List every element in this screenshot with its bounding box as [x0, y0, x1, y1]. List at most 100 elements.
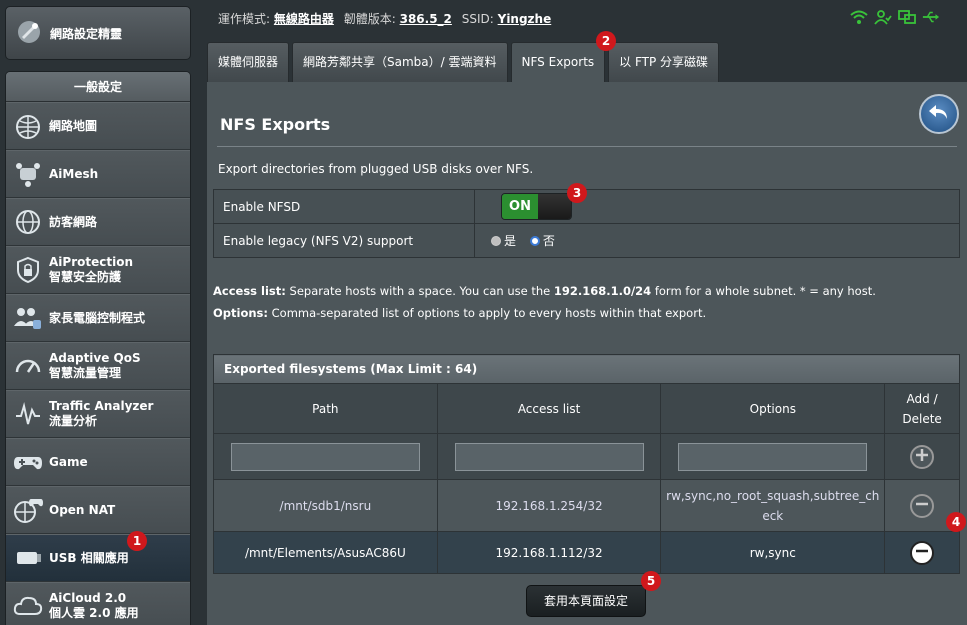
delete-export-button[interactable]	[910, 540, 935, 565]
delete-export-button[interactable]	[910, 493, 935, 518]
table-header-row: Path Access list Options Add / Delete	[213, 383, 960, 434]
legacy-no-radio[interactable]	[529, 236, 540, 246]
sidebar-item-label: AiProtection	[49, 255, 133, 269]
operation-mode-link[interactable]: 無線路由器	[274, 12, 334, 26]
access-list-note: Access list: Separate hosts with a space…	[213, 284, 876, 298]
mesh-nodes-icon	[12, 158, 44, 190]
wizard-icon	[16, 19, 42, 48]
sidebar-item-adaptive-qos[interactable]: Adaptive QoS 智慧流量管理	[6, 342, 190, 390]
table-caption: Exported filesystems (Max Limit : 64)	[213, 354, 960, 384]
toggle-knob	[538, 194, 571, 219]
shield-lock-icon	[12, 254, 44, 286]
add-export-button[interactable]	[910, 444, 935, 469]
enable-nfsd-label: Enable NFSD	[213, 189, 475, 224]
note-key: Options:	[213, 306, 268, 320]
exported-filesystems-table: Exported filesystems (Max Limit : 64) Pa…	[213, 354, 960, 574]
new-options-input[interactable]	[678, 442, 868, 471]
toggle-on-label: ON	[502, 194, 538, 219]
gamepad-icon	[12, 446, 44, 478]
firmware-label: 韌體版本:	[343, 12, 396, 26]
sidebar-item-label: 網路地圖	[49, 118, 98, 133]
usb-drive-icon	[12, 542, 44, 574]
page-title: NFS Exports	[220, 115, 331, 134]
tab-samba-cloud[interactable]: 網路芳鄰共享（Samba）/ 雲端資料	[292, 42, 508, 82]
globe-map-icon	[12, 110, 44, 142]
row-options: rw,sync,no_root_squash,subtree_check	[660, 479, 886, 532]
sidebar-item-traffic-analyzer[interactable]: Traffic Analyzer 流量分析	[6, 390, 190, 438]
column-header-access: Access list	[436, 383, 662, 434]
quick-setup-wizard-button[interactable]: 網路設定精靈	[5, 6, 191, 60]
wizard-label: 網路設定精靈	[50, 26, 123, 41]
row-access: 192.168.1.112/32	[436, 531, 662, 574]
operation-mode-label: 運作模式:	[218, 12, 271, 26]
sidebar-item-aiprotection[interactable]: AiProtection 智慧安全防護	[6, 246, 190, 294]
sidebar-item-aimesh[interactable]: AiMesh	[6, 150, 190, 198]
legacy-yes-label: 是	[504, 234, 517, 248]
traffic-wave-icon	[12, 398, 44, 430]
sidebar-item-label: Adaptive QoS	[49, 351, 141, 365]
devices-icon[interactable]	[898, 8, 916, 26]
new-path-input[interactable]	[230, 442, 420, 471]
sidebar-item-guest-network[interactable]: 訪客網路	[6, 198, 190, 246]
sidebar-item-open-nat[interactable]: Open NAT	[6, 486, 190, 534]
page-description: Export directories from plugged USB disk…	[218, 162, 534, 176]
clients-icon[interactable]	[874, 8, 892, 26]
sidebar-item-label: Open NAT	[49, 502, 116, 517]
new-access-input[interactable]	[454, 442, 644, 471]
tab-nfs-exports[interactable]: NFS Exports	[510, 42, 606, 82]
column-header-add-delete: Add / Delete	[884, 383, 960, 434]
sidebar-item-network-map[interactable]: 網路地圖	[6, 102, 190, 150]
plus-icon	[915, 448, 929, 465]
note-subnet: 192.168.1.0/24	[553, 284, 652, 298]
sidebar-item-parental-control[interactable]: 家長電腦控制程式	[6, 294, 190, 342]
globe-icon	[12, 206, 44, 238]
tab-media-server[interactable]: 媒體伺服器	[207, 42, 290, 82]
speedometer-icon	[12, 350, 44, 382]
column-header-options: Options	[660, 383, 886, 434]
minus-icon	[915, 497, 929, 514]
options-note: Options: Comma-separated list of options…	[213, 306, 706, 320]
step-badge-4: 4	[946, 512, 966, 532]
firmware-version-link[interactable]: 386.5_2	[400, 12, 452, 26]
note-text: form for a whole subnet. * = any host.	[651, 284, 876, 298]
back-button[interactable]	[919, 94, 959, 134]
wifi-icon[interactable]	[850, 8, 868, 26]
note-text: Separate hosts with a space. You can use…	[285, 284, 554, 298]
sidebar-item-sublabel: 個人雲 2.0 應用	[49, 606, 139, 620]
legacy-support-row: Enable legacy (NFS V2) support 是 否	[213, 223, 960, 258]
legacy-no-label: 否	[542, 234, 555, 248]
enable-nfsd-toggle[interactable]: ON	[501, 193, 572, 220]
nfs-settings-table: Enable NFSD ON Enable legacy (NFS V2) su…	[213, 189, 960, 258]
ssid-link[interactable]: Yingzhe	[498, 12, 552, 26]
title-divider	[217, 146, 957, 147]
minus-icon	[915, 544, 929, 561]
cloud-icon	[12, 590, 44, 622]
family-users-icon	[12, 302, 44, 334]
globe-gamepad-icon	[12, 494, 44, 526]
step-badge-2: 2	[596, 31, 616, 51]
row-access: 192.168.1.254/32	[436, 479, 662, 532]
column-header-path: Path	[213, 383, 438, 434]
sidebar-item-label: AiCloud 2.0	[49, 591, 127, 605]
sidebar-item-label: Game	[49, 454, 88, 469]
step-badge-1: 1	[127, 531, 147, 551]
sidebar-item-sublabel: 流量分析	[49, 414, 98, 428]
back-arrow-icon	[927, 101, 951, 128]
sidebar-nav: 一般設定 網路地圖 AiMesh 訪客網路 AiProtection 智慧安全防護…	[5, 71, 191, 625]
row-options: rw,sync	[660, 531, 886, 574]
sidebar-item-usb-application[interactable]: USB 相關應用	[6, 534, 190, 582]
note-text: Comma-separated list of options to apply…	[267, 306, 707, 320]
legacy-yes-radio[interactable]	[491, 236, 501, 246]
sidebar-item-game[interactable]: Game	[6, 438, 190, 486]
new-export-row	[213, 433, 960, 480]
tab-ftp-share[interactable]: 以 FTP 分享磁碟	[608, 42, 720, 82]
note-key: Access list:	[213, 284, 286, 298]
status-icons	[850, 8, 940, 26]
main-panel: NFS Exports Export directories from plug…	[207, 82, 967, 625]
sidebar-item-label: 訪客網路	[49, 214, 98, 229]
apply-settings-button[interactable]: 套用本頁面設定	[526, 585, 646, 617]
sidebar-item-aicloud[interactable]: AiCloud 2.0 個人雲 2.0 應用	[6, 582, 190, 625]
step-badge-3: 3	[567, 183, 587, 203]
usb-status-icon[interactable]	[922, 8, 940, 26]
router-status-bar: 運作模式: 無線路由器 韌體版本: 386.5_2 SSID: Yingzhe	[218, 10, 557, 27]
